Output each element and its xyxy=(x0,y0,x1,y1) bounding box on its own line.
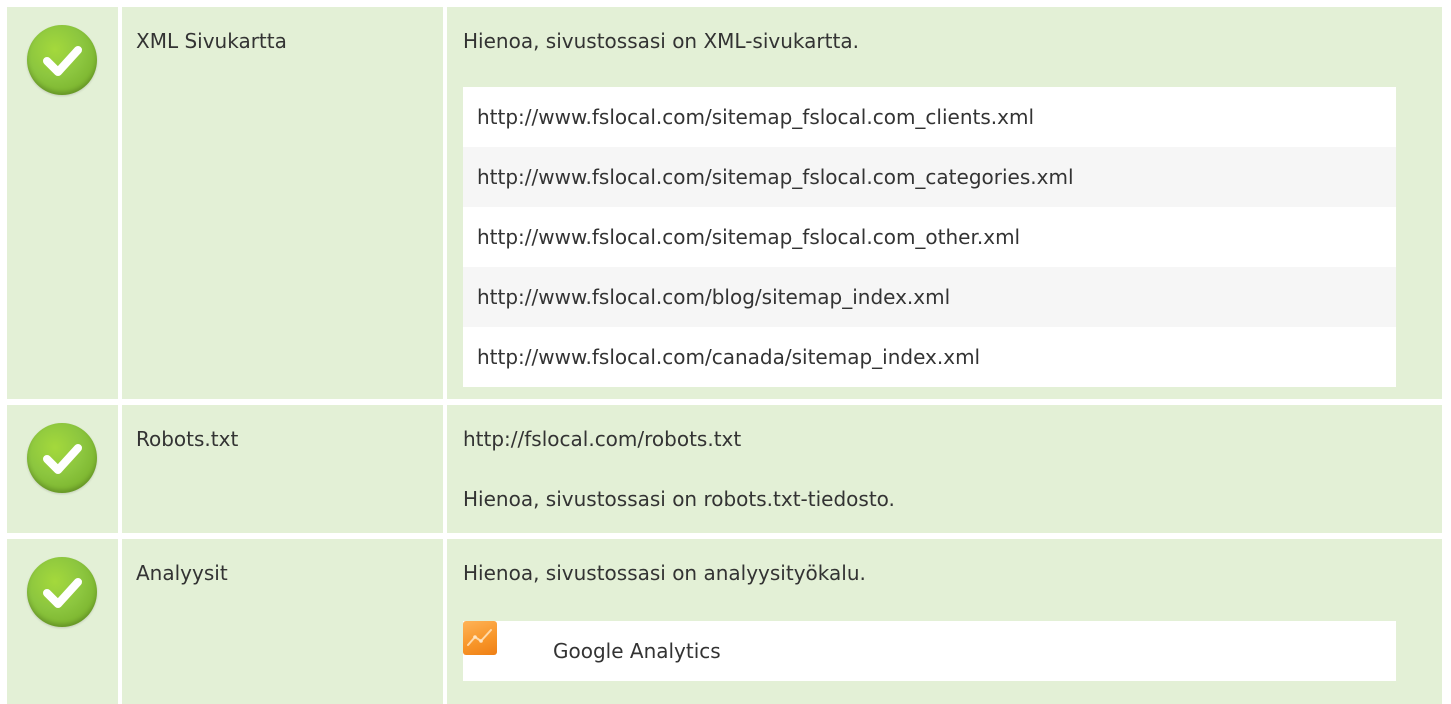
check-circle-icon xyxy=(27,423,97,493)
status-message: Hienoa, sivustossasi on XML-sivukartta. xyxy=(463,29,859,53)
analytics-tool-name: Google Analytics xyxy=(553,639,721,663)
row-label: XML Sivukartta xyxy=(136,29,287,53)
sitemap-link[interactable]: http://www.fslocal.com/sitemap_fslocal.c… xyxy=(463,87,1396,147)
row-xml-sitemap: XML Sivukartta Hienoa, sivustossasi on X… xyxy=(0,7,1451,399)
sitemap-link[interactable]: http://www.fslocal.com/sitemap_fslocal.c… xyxy=(463,147,1396,207)
content-cell: Hienoa, sivustossasi on analyysityökalu.… xyxy=(447,539,1442,704)
row-label: Analyysit xyxy=(136,561,228,585)
row-analytics: Analyysit Hienoa, sivustossasi on analyy… xyxy=(0,539,1451,704)
sitemap-link[interactable]: http://www.fslocal.com/canada/sitemap_in… xyxy=(463,327,1396,387)
sitemap-link[interactable]: http://www.fslocal.com/sitemap_fslocal.c… xyxy=(463,207,1396,267)
label-cell: Analyysit xyxy=(122,539,443,704)
google-analytics-icon xyxy=(463,621,497,655)
content-cell: Hienoa, sivustossasi on XML-sivukartta. … xyxy=(447,7,1442,399)
sitemap-link[interactable]: http://www.fslocal.com/blog/sitemap_inde… xyxy=(463,267,1396,327)
analytics-tool-card: Google Analytics xyxy=(463,621,1396,681)
status-cell xyxy=(7,7,118,399)
label-cell: Robots.txt xyxy=(122,405,443,533)
status-cell xyxy=(7,539,118,704)
sitemap-list: http://www.fslocal.com/sitemap_fslocal.c… xyxy=(463,87,1396,387)
row-robots-txt: Robots.txt http://fslocal.com/robots.txt… xyxy=(0,405,1451,533)
status-cell xyxy=(7,405,118,533)
row-label: Robots.txt xyxy=(136,427,239,451)
content-cell: http://fslocal.com/robots.txt Hienoa, si… xyxy=(447,405,1442,533)
status-message: Hienoa, sivustossasi on robots.txt-tiedo… xyxy=(463,487,895,511)
check-circle-icon xyxy=(27,25,97,95)
label-cell: XML Sivukartta xyxy=(122,7,443,399)
status-message: Hienoa, sivustossasi on analyysityökalu. xyxy=(463,561,866,585)
check-circle-icon xyxy=(27,557,97,627)
robots-url[interactable]: http://fslocal.com/robots.txt xyxy=(463,427,741,451)
